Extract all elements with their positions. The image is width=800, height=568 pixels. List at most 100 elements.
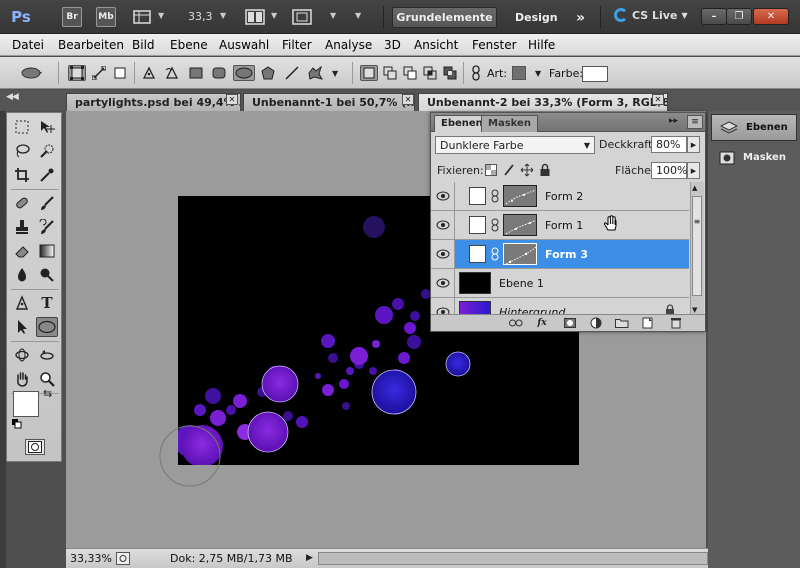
cs-live-button[interactable]: CS Live ▼ xyxy=(614,8,688,22)
workspace-grundelemente-button[interactable]: Grundelemente xyxy=(392,7,497,28)
style-swatch[interactable] xyxy=(512,66,526,80)
gradient-tool-icon[interactable] xyxy=(36,241,58,261)
link-icon[interactable] xyxy=(467,65,485,81)
pen-tool-icon[interactable] xyxy=(11,293,33,313)
move-tool-icon[interactable] xyxy=(36,117,58,137)
chevron-down-icon[interactable]: ▼ xyxy=(158,11,164,20)
paths-icon[interactable] xyxy=(90,65,108,81)
menu-bild[interactable]: Bild xyxy=(132,38,155,52)
arrange-documents-icon[interactable] xyxy=(243,7,267,27)
panel-menu-icon[interactable]: ≡ xyxy=(687,115,703,129)
menu-ebene[interactable]: Ebene xyxy=(170,38,208,52)
menu-analyse[interactable]: Analyse xyxy=(325,38,372,52)
chevron-down-icon[interactable]: ▼ xyxy=(220,11,226,20)
3d-orbit-icon[interactable] xyxy=(36,345,58,365)
collapse-panel-icon[interactable]: ▸▸ xyxy=(669,116,678,126)
chevron-down-icon[interactable]: ▼ xyxy=(332,69,338,78)
rectangle-tool-icon[interactable] xyxy=(187,65,205,81)
hand-tool-icon[interactable] xyxy=(11,369,33,389)
quick-mask-icon[interactable] xyxy=(25,439,45,455)
default-colors-icon[interactable] xyxy=(12,419,22,429)
screen-mode-icon[interactable] xyxy=(290,7,314,27)
crop-tool-icon[interactable] xyxy=(11,165,33,185)
swap-colors-icon[interactable]: ⇆ xyxy=(43,387,52,400)
quick-selection-icon[interactable] xyxy=(36,141,58,161)
blur-tool-icon[interactable] xyxy=(11,265,33,285)
workspace-design-button[interactable]: Design xyxy=(505,7,568,28)
lock-all-icon[interactable] xyxy=(539,163,551,180)
menu-fenster[interactable]: Fenster xyxy=(472,38,517,52)
add-to-shape-icon[interactable] xyxy=(381,65,399,81)
foreground-color-swatch[interactable] xyxy=(13,391,39,417)
line-tool-icon[interactable] xyxy=(283,65,301,81)
pen-tool-icon[interactable] xyxy=(140,65,158,81)
eraser-tool-icon[interactable] xyxy=(11,241,33,261)
ellipse-tool-icon[interactable] xyxy=(233,65,255,81)
vector-mask-thumbnail[interactable] xyxy=(503,185,537,207)
eye-icon[interactable] xyxy=(431,269,455,297)
history-brush-icon[interactable] xyxy=(36,217,58,237)
menu-hilfe[interactable]: Hilfe xyxy=(528,38,555,52)
close-tab-icon[interactable]: ✕ xyxy=(402,94,414,105)
subtract-from-shape-icon[interactable] xyxy=(401,65,419,81)
clone-stamp-icon[interactable] xyxy=(11,217,33,237)
dock-masks-button[interactable]: Masken xyxy=(711,144,797,171)
opacity-slider-icon[interactable]: ▶ xyxy=(687,136,700,153)
status-menu-arrow-icon[interactable]: ▶ xyxy=(306,553,313,563)
layer-row[interactable]: Form 2 xyxy=(431,182,689,211)
eye-icon[interactable] xyxy=(431,240,455,268)
horizontal-scrollbar[interactable] xyxy=(318,552,708,565)
eye-icon[interactable] xyxy=(431,182,455,210)
fill-field[interactable]: 100% xyxy=(651,162,687,179)
layer-row-selected[interactable]: Form 3 xyxy=(431,240,689,269)
vector-mask-thumbnail[interactable] xyxy=(503,214,537,236)
color-swatch[interactable] xyxy=(582,66,608,82)
tool-preset-icon[interactable] xyxy=(20,65,44,81)
chevron-down-icon[interactable]: ▼ xyxy=(355,11,361,20)
status-zoom[interactable]: 33,33% xyxy=(70,552,112,565)
lasso-tool-icon[interactable] xyxy=(11,141,33,161)
maximize-button[interactable]: ❐ xyxy=(726,8,752,25)
polygon-tool-icon[interactable] xyxy=(259,65,277,81)
menu-3d[interactable]: 3D xyxy=(384,38,401,52)
rounded-rectangle-icon[interactable] xyxy=(210,65,228,81)
menu-ansicht[interactable]: Ansicht xyxy=(414,38,458,52)
scrollbar-thumb[interactable]: ≡ xyxy=(692,196,702,296)
close-tab-icon[interactable]: ✕ xyxy=(226,94,238,105)
type-tool-icon[interactable]: T xyxy=(36,293,58,313)
healing-brush-icon[interactable] xyxy=(11,193,33,213)
menu-datei[interactable]: Datei xyxy=(12,38,44,52)
link-layers-icon[interactable] xyxy=(509,317,523,329)
mini-bridge-button[interactable]: Mb xyxy=(96,7,116,27)
layer-mask-thumbnail[interactable] xyxy=(469,216,486,234)
tab-unbenannt-1[interactable]: Unbenannt-1 bei 50,7% (... xyxy=(243,93,415,111)
scroll-up-icon[interactable]: ▲ xyxy=(692,184,697,192)
fill-pixels-icon[interactable] xyxy=(111,65,129,81)
chevron-down-icon[interactable]: ▼ xyxy=(271,11,277,20)
chevron-down-icon[interactable]: ▼ xyxy=(535,69,541,78)
menu-auswahl[interactable]: Auswahl xyxy=(219,38,269,52)
fill-slider-icon[interactable]: ▶ xyxy=(687,162,700,179)
menu-filter[interactable]: Filter xyxy=(282,38,312,52)
opacity-field[interactable]: 80% xyxy=(651,136,687,153)
path-selection-icon[interactable] xyxy=(11,317,33,337)
eyedropper-icon[interactable] xyxy=(36,165,58,185)
lock-position-icon[interactable] xyxy=(520,163,534,180)
zoom-level[interactable]: 33,3 xyxy=(188,10,213,23)
chevron-down-icon[interactable]: ▼ xyxy=(330,11,336,20)
eye-icon[interactable] xyxy=(431,211,455,239)
new-group-icon[interactable] xyxy=(615,317,629,329)
layer-thumbnail[interactable] xyxy=(459,272,491,294)
brush-tool-icon[interactable] xyxy=(36,193,58,213)
vector-mask-thumbnail[interactable] xyxy=(503,243,537,265)
tab-partylights[interactable]: partylights.psd bei 49,4% ... xyxy=(66,93,241,111)
custom-shape-icon[interactable] xyxy=(306,65,324,81)
intersect-shape-icon[interactable] xyxy=(421,65,439,81)
freeform-pen-icon[interactable] xyxy=(163,65,181,81)
collapse-toolbox-icon[interactable]: ◀◀ xyxy=(6,92,19,102)
exclude-overlap-icon[interactable] xyxy=(441,65,459,81)
new-layer-icon[interactable] xyxy=(641,317,655,329)
layers-scrollbar[interactable]: ▲ ≡ ▼ xyxy=(690,182,704,316)
close-button[interactable]: ✕ xyxy=(753,8,789,25)
fx-icon[interactable]: fx xyxy=(535,317,549,329)
